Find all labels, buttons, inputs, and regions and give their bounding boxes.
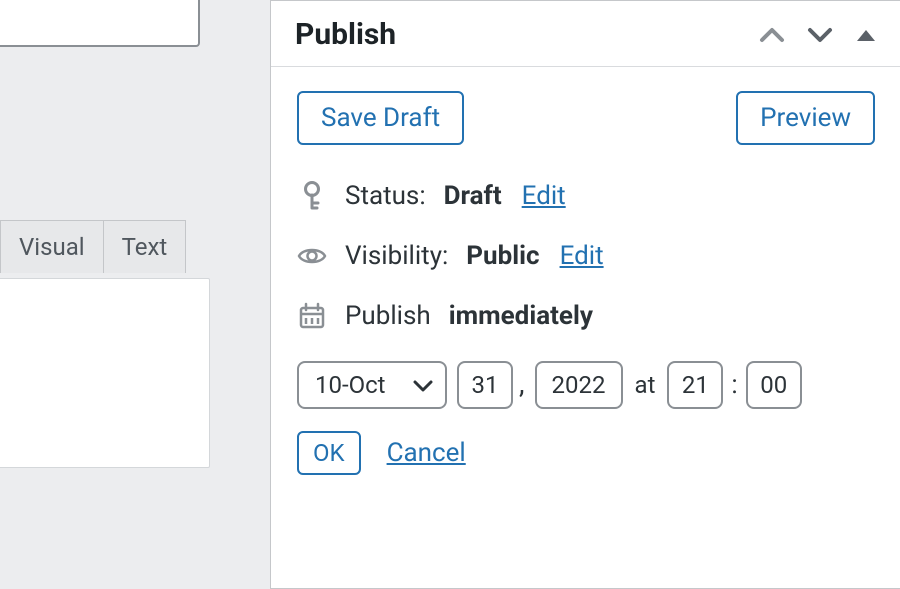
publish-panel-header: Publish [271,1,900,67]
year-input[interactable] [535,361,623,409]
post-title-input[interactable] [0,0,200,47]
panel-header-controls [759,26,877,44]
schedule-value: immediately [449,301,593,331]
toggle-panel-icon[interactable] [855,27,877,43]
day-input[interactable] [457,361,513,409]
date-comma: , [519,367,525,400]
status-value: Draft [444,181,502,211]
cancel-link[interactable]: Cancel [387,438,466,468]
at-text: at [635,371,656,399]
tab-visual[interactable]: Visual [0,220,103,273]
preview-button[interactable]: Preview [736,91,875,145]
publish-panel-body: Save Draft Preview Status: Draft Edit Vi [271,67,900,475]
time-colon: : [731,370,737,400]
status-row: Status: Draft Edit [297,181,875,211]
status-label: Status: [345,181,426,211]
schedule-datetime-row: 10-Oct , at : [297,361,875,409]
schedule-label: Publish [345,301,431,331]
schedule-row: Publish immediately [297,301,875,331]
eye-icon [297,246,327,266]
month-select[interactable]: 10-Oct [297,361,447,409]
publish-panel: Publish Save Draft Preview [270,0,900,589]
tab-text[interactable]: Text [103,220,187,273]
visibility-value: Public [466,241,539,271]
visibility-label: Visibility: [345,241,448,271]
month-value: 10-Oct [315,371,386,399]
hour-input[interactable] [667,361,723,409]
editor-area: Visual Text [0,0,210,587]
visibility-edit-link[interactable]: Edit [560,241,604,271]
ok-button[interactable]: OK [297,431,361,475]
chevron-down-icon [413,371,433,399]
save-draft-button[interactable]: Save Draft [297,91,464,145]
schedule-action-row: OK Cancel [297,431,875,475]
move-down-icon[interactable] [807,26,833,44]
key-icon [297,181,327,211]
calendar-icon [297,302,327,330]
publish-actions-row: Save Draft Preview [297,91,875,145]
minute-input[interactable] [746,361,802,409]
panel-title: Publish [295,17,396,52]
editor-tabs: Visual Text [0,220,186,273]
move-up-icon[interactable] [759,26,785,44]
status-edit-link[interactable]: Edit [522,181,566,211]
editor-content-area[interactable] [0,278,210,468]
visibility-row: Visibility: Public Edit [297,241,875,271]
